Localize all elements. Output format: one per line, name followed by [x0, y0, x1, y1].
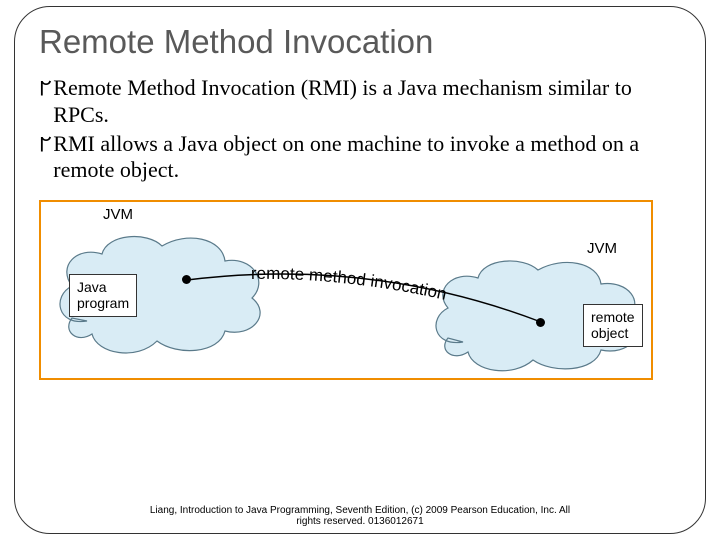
bullet-marker-icon: 𐐊: [39, 77, 51, 129]
arc-label: remote method invocation: [251, 264, 449, 304]
bullet-text: Remote Method Invocation (RMI) is a Java…: [53, 75, 681, 129]
slide-title: Remote Method Invocation: [39, 23, 681, 61]
slide-footer: Liang, Introduction to Java Programming,…: [15, 505, 705, 527]
rmi-diagram: JVM JVM Java program remote object: [39, 200, 653, 380]
svg-text:remote method invocation: remote method invocation: [251, 264, 449, 304]
body-text: 𐐊 Remote Method Invocation (RMI) is a Ja…: [39, 75, 681, 184]
footer-text: rights reserved. 0136012671: [296, 516, 423, 527]
bullet-marker-icon: 𐐊: [39, 133, 51, 185]
invocation-arc-text: remote method invocation: [41, 202, 655, 382]
bullet-item: 𐐊 RMI allows a Java object on one machin…: [39, 131, 681, 185]
slide-frame: Remote Method Invocation 𐐊 Remote Method…: [14, 6, 706, 534]
footer-text: Liang, Introduction to Java Programming,…: [150, 505, 570, 516]
bullet-text: RMI allows a Java object on one machine …: [53, 131, 681, 185]
bullet-item: 𐐊 Remote Method Invocation (RMI) is a Ja…: [39, 75, 681, 129]
